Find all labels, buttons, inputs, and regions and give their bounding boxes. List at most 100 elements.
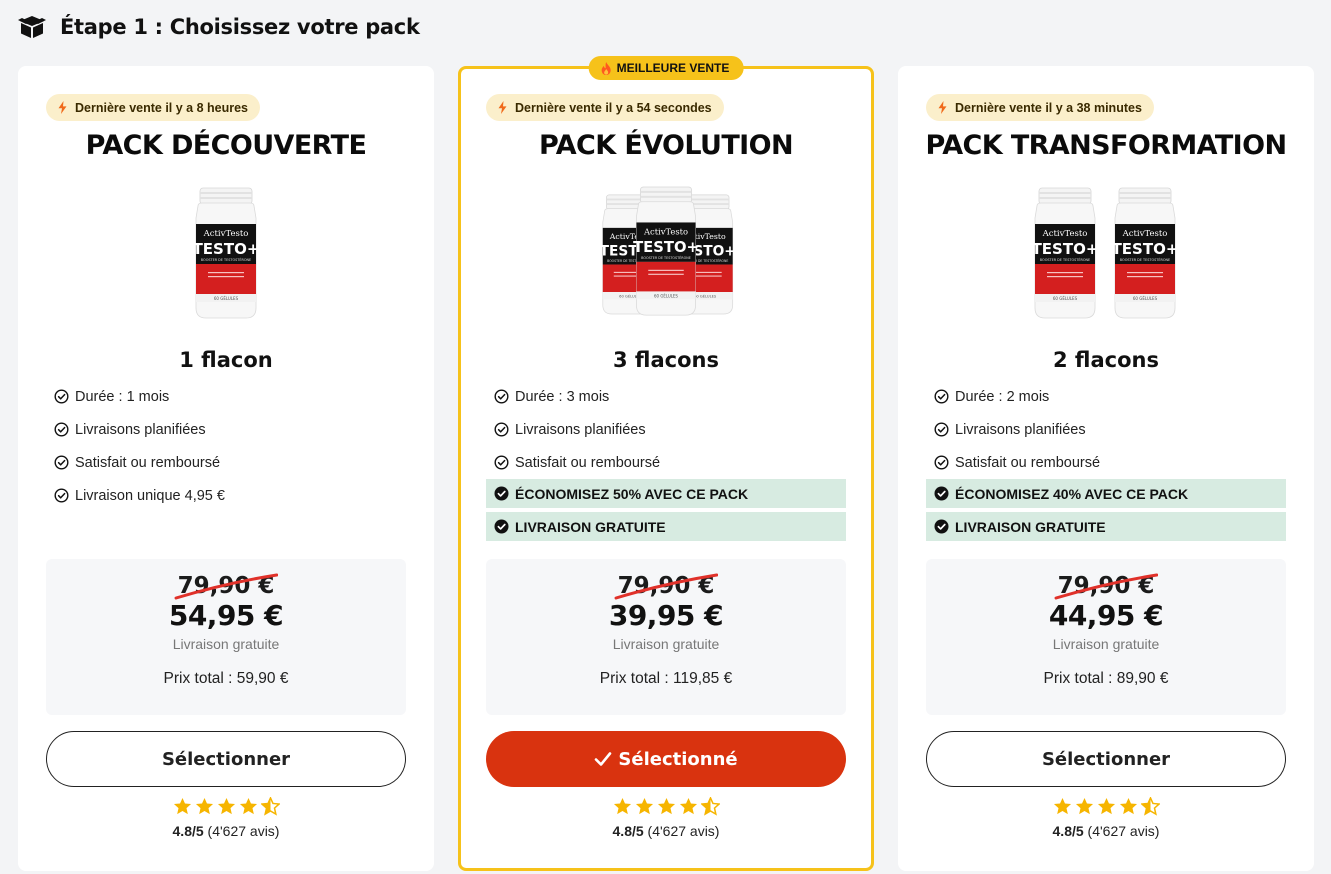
feature-highlight: ÉCONOMISEZ 50% AVEC CE PACK xyxy=(486,479,846,508)
feature-highlight: LIVRAISON GRATUITE xyxy=(486,512,846,541)
check-filled-icon xyxy=(934,519,949,534)
feature-list: Durée : 3 mois Livraisons planifiées Satis… xyxy=(486,380,846,545)
star-icon xyxy=(679,797,697,815)
new-price: 44,95 € xyxy=(1048,599,1164,632)
strikethrough-line xyxy=(614,573,718,600)
feature-highlight-text: LIVRAISON GRATUITE xyxy=(955,518,1106,535)
lightning-icon xyxy=(938,101,947,114)
feature-highlight-text: LIVRAISON GRATUITE xyxy=(515,518,666,535)
svg-text:BOOSTER DE TESTOSTÉRONE: BOOSTER DE TESTOSTÉRONE xyxy=(201,257,251,262)
star-half-icon xyxy=(700,797,720,816)
feature-list: Durée : 1 mois Livraisons planifiées Satis… xyxy=(46,380,406,512)
feature-highlight: LIVRAISON GRATUITE xyxy=(926,512,1286,541)
star-icon xyxy=(635,797,653,815)
check-filled-icon xyxy=(494,486,509,501)
check-circle-icon xyxy=(494,389,509,404)
svg-text:60 GÉLULES: 60 GÉLULES xyxy=(214,296,239,301)
check-circle-icon xyxy=(494,455,509,470)
last-sale-badge: Dernière vente il y a 8 heures xyxy=(46,94,261,121)
check-circle-icon xyxy=(934,455,949,470)
feature-item: Durée : 1 mois xyxy=(46,380,406,413)
check-circle-icon xyxy=(54,422,69,437)
check-circle-icon xyxy=(494,422,509,437)
star-icon xyxy=(239,797,257,815)
pack-card-evolution[interactable]: MEILLEURE VENTE Dernière vente il y a 54 … xyxy=(458,56,874,871)
rating-score: 4.8/5 xyxy=(1052,823,1084,839)
total-price: Prix total : 119,85 € xyxy=(599,670,733,687)
feature-text: Satisfait ou remboursé xyxy=(515,454,661,471)
pack-quantity: 1 flacon xyxy=(179,348,273,372)
svg-text:ActivTesto: ActivTesto xyxy=(643,226,688,236)
pack-quantity: 2 flacons xyxy=(1053,348,1159,372)
feature-text: Livraisons planifiées xyxy=(515,421,646,438)
lightning-icon xyxy=(58,101,67,114)
svg-text:ActivTesto: ActivTesto xyxy=(1122,229,1168,239)
product-bottles-image: ActivTesto TESTO+ BOOSTER DE TESTOSTÉRON… xyxy=(193,187,260,319)
pack-card-transformation[interactable]: Dernière vente il y a 38 minutes PACK TRA… xyxy=(898,66,1314,871)
box-icon xyxy=(18,16,46,38)
shipping-note: Livraison gratuite xyxy=(172,636,280,652)
feature-list: Durée : 2 mois Livraisons planifiées Satis… xyxy=(926,380,1286,545)
feature-highlight-text: ÉCONOMISEZ 40% AVEC CE PACK xyxy=(955,485,1189,502)
last-sale-text: Dernière vente il y a 54 secondes xyxy=(515,100,712,115)
feature-text: Satisfait ou remboursé xyxy=(955,454,1101,471)
shipping-note: Livraison gratuite xyxy=(1052,636,1160,652)
check-circle-icon xyxy=(54,455,69,470)
pack-title: PACK DÉCOUVERTE xyxy=(85,130,367,161)
svg-text:TESTO+: TESTO+ xyxy=(633,239,699,256)
svg-text:TESTO+: TESTO+ xyxy=(193,240,260,258)
last-sale-badge: Dernière vente il y a 38 minutes xyxy=(926,94,1154,121)
svg-text:TESTO+: TESTO+ xyxy=(1112,240,1179,258)
check-filled-icon xyxy=(494,519,509,534)
feature-item: Livraison unique 4,95 € xyxy=(46,479,406,512)
star-icon xyxy=(613,797,631,815)
feature-item: Satisfait ou remboursé xyxy=(486,446,846,479)
star-icon xyxy=(657,797,675,815)
product-bottles-image: ActivTesto TESTO+ BOOSTER DE TESTOSTÉRON… xyxy=(600,186,736,316)
product-bottles-image: ActivTesto TESTO+ BOOSTER DE TESTOSTÉRON… xyxy=(1032,187,1179,319)
lightning-icon xyxy=(498,101,507,114)
old-price: 79,90 € xyxy=(174,573,278,600)
rating-score: 4.8/5 xyxy=(172,823,204,839)
rating-count: (4'627 avis) xyxy=(203,823,280,839)
svg-text:ActivTesto: ActivTesto xyxy=(1042,229,1088,239)
svg-text:BOOSTER DE TESTOSTÉRONE: BOOSTER DE TESTOSTÉRONE xyxy=(1120,257,1170,262)
feature-text: Satisfait ou remboursé xyxy=(75,454,221,471)
step-header: Étape 1 : Choisissez votre pack xyxy=(18,12,420,42)
feature-highlight: ÉCONOMISEZ 40% AVEC CE PACK xyxy=(926,479,1286,508)
pack-quantity: 3 flacons xyxy=(613,348,719,372)
last-sale-badge: Dernière vente il y a 54 secondes xyxy=(486,94,724,121)
feature-item: Livraisons planifiées xyxy=(926,413,1286,446)
page-title: Étape 1 : Choisissez votre pack xyxy=(60,15,420,39)
checkmark-icon xyxy=(595,752,612,766)
feature-item: Livraisons planifiées xyxy=(46,413,406,446)
feature-text: Durée : 1 mois xyxy=(75,388,170,405)
total-price: Prix total : 89,90 € xyxy=(1043,670,1169,687)
old-price: 79,90 € xyxy=(1054,573,1158,600)
star-icon xyxy=(1053,797,1071,815)
feature-text: Livraison unique 4,95 € xyxy=(75,487,225,504)
price-box: 79,90 €39,95 € Livraison gratuite Prix tot… xyxy=(486,559,846,715)
select-button[interactable]: Sélectionner xyxy=(46,731,406,787)
new-price: 39,95 € xyxy=(608,599,724,632)
pack-title: PACK ÉVOLUTION xyxy=(539,130,794,161)
feature-text: Livraisons planifiées xyxy=(955,421,1086,438)
check-circle-icon xyxy=(934,389,949,404)
total-price: Prix total : 59,90 € xyxy=(163,670,289,687)
rating-count: (4'627 avis) xyxy=(1083,823,1160,839)
svg-text:60 GÉLULES: 60 GÉLULES xyxy=(1133,296,1158,301)
best-seller-badge: MEILLEURE VENTE xyxy=(588,56,744,80)
select-button[interactable]: Sélectionner xyxy=(926,731,1286,787)
svg-text:60 GÉLULES: 60 GÉLULES xyxy=(1053,296,1078,301)
last-sale-text: Dernière vente il y a 38 minutes xyxy=(955,100,1142,115)
check-circle-icon xyxy=(934,422,949,437)
pack-card-decouverte[interactable]: Dernière vente il y a 8 heures PACK DÉCOU… xyxy=(18,66,434,871)
selected-button[interactable]: Sélectionné xyxy=(486,731,846,787)
feature-item: Livraisons planifiées xyxy=(486,413,846,446)
feature-item: Satisfait ou remboursé xyxy=(926,446,1286,479)
check-filled-icon xyxy=(934,486,949,501)
feature-item: Durée : 3 mois xyxy=(486,380,846,413)
strikethrough-line xyxy=(1054,573,1158,600)
feature-item: Satisfait ou remboursé xyxy=(46,446,406,479)
rating-text: 4.8/5 (4'627 avis) xyxy=(898,823,1314,839)
